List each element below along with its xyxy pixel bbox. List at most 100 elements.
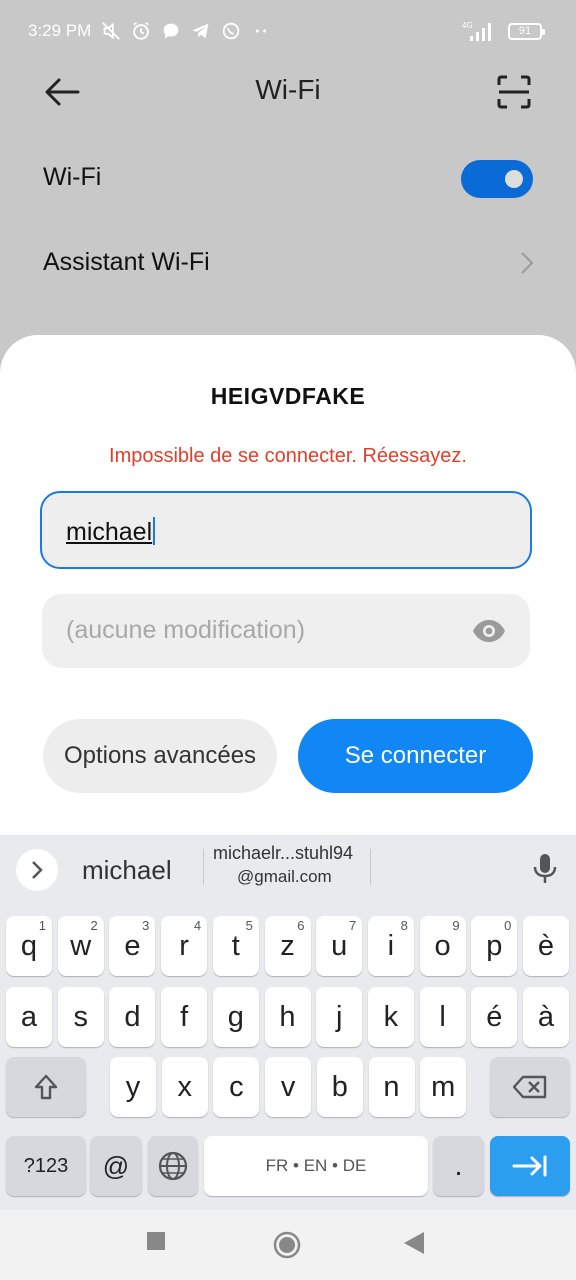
key-p[interactable]: p0 bbox=[471, 916, 518, 976]
app-bar: Wi-Fi bbox=[0, 64, 576, 120]
chevron-right-icon bbox=[32, 861, 43, 879]
page-title: Wi-Fi bbox=[255, 74, 321, 105]
home-icon[interactable] bbox=[273, 1231, 301, 1259]
key-c[interactable]: c bbox=[213, 1057, 260, 1117]
status-time: 3:29 PM bbox=[28, 21, 92, 40]
language-key[interactable] bbox=[148, 1136, 198, 1196]
scan-icon bbox=[497, 75, 531, 109]
key-q[interactable]: q1 bbox=[6, 916, 52, 976]
advanced-options-button[interactable]: Options avancées bbox=[43, 719, 277, 793]
key-u[interactable]: u7 bbox=[316, 916, 363, 976]
tab-arrow-icon bbox=[512, 1155, 547, 1177]
recents-icon[interactable] bbox=[147, 1232, 165, 1250]
key-hint: 5 bbox=[245, 918, 253, 933]
status-notification-icons bbox=[100, 20, 272, 42]
wifi-toggle-row[interactable]: Wi-Fi bbox=[0, 148, 576, 208]
next-key[interactable] bbox=[490, 1136, 570, 1196]
identity-value: michael bbox=[66, 517, 156, 547]
key-letter: u bbox=[331, 929, 348, 962]
key-x[interactable]: x bbox=[161, 1057, 208, 1117]
key-è[interactable]: è bbox=[523, 916, 569, 976]
backspace-key[interactable] bbox=[490, 1057, 570, 1117]
battery-icon: 91 bbox=[508, 22, 545, 40]
key-hint: 2 bbox=[90, 918, 98, 933]
error-message: Impossible de se connecter. Réessayez. bbox=[109, 445, 467, 467]
key-b[interactable]: b bbox=[316, 1057, 363, 1117]
mute-icon bbox=[102, 22, 120, 40]
key-hint: 3 bbox=[142, 918, 150, 933]
password-placeholder: (aucune modification) bbox=[66, 616, 306, 644]
suggestion-bar: michael michaelr...stuhl94 @gmail.com bbox=[0, 835, 576, 903]
assistant-wifi-label: Assistant Wi-Fi bbox=[43, 248, 210, 276]
navigation-bar bbox=[0, 1210, 576, 1280]
space-key[interactable]: FR • EN • DE bbox=[204, 1136, 428, 1196]
telegram-icon bbox=[192, 23, 209, 39]
key-v[interactable]: v bbox=[265, 1057, 312, 1117]
key-y[interactable]: y bbox=[110, 1057, 156, 1117]
key-o[interactable]: o9 bbox=[419, 916, 466, 976]
key-w[interactable]: w2 bbox=[57, 916, 104, 976]
microphone-icon[interactable] bbox=[532, 853, 558, 885]
key-hint: 8 bbox=[400, 918, 408, 933]
symbols-key[interactable]: ?123 bbox=[6, 1136, 86, 1196]
expand-toolbar-button[interactable] bbox=[16, 849, 58, 891]
key-f[interactable]: f bbox=[161, 987, 208, 1047]
key-letter: r bbox=[179, 929, 189, 962]
divider bbox=[370, 849, 371, 885]
alarm-icon bbox=[133, 21, 149, 40]
key-k[interactable]: k bbox=[367, 987, 414, 1047]
scan-qr-button[interactable] bbox=[496, 74, 532, 110]
chat-icon bbox=[163, 23, 179, 39]
key-letter: q bbox=[20, 929, 38, 962]
key-h[interactable]: h bbox=[264, 987, 311, 1047]
identity-input[interactable]: michael bbox=[40, 491, 532, 569]
whatsapp-icon bbox=[222, 22, 240, 40]
password-input[interactable]: (aucune modification) bbox=[42, 594, 530, 668]
more-notifications-icon bbox=[255, 29, 267, 33]
assistant-wifi-row[interactable]: Assistant Wi-Fi bbox=[0, 233, 576, 293]
connect-button[interactable]: Se connecter bbox=[298, 719, 533, 793]
text-cursor bbox=[153, 517, 156, 545]
key-letter: i bbox=[387, 929, 395, 962]
key-t[interactable]: t5 bbox=[212, 916, 259, 976]
back-nav-icon[interactable] bbox=[404, 1232, 424, 1254]
key-letter: o bbox=[434, 929, 451, 962]
key-s[interactable]: s bbox=[57, 987, 104, 1047]
key-hint: 6 bbox=[297, 918, 305, 933]
period-key[interactable]: . bbox=[433, 1136, 484, 1196]
suggestion-word[interactable]: michael bbox=[82, 855, 172, 886]
key-g[interactable]: g bbox=[212, 987, 259, 1047]
key-hint: 1 bbox=[38, 918, 46, 933]
key-m[interactable]: m bbox=[420, 1057, 467, 1117]
key-é[interactable]: é bbox=[471, 987, 518, 1047]
key-j[interactable]: j bbox=[316, 987, 363, 1047]
key-à[interactable]: à bbox=[523, 987, 569, 1047]
key-letter: e bbox=[124, 929, 141, 962]
shift-icon bbox=[34, 1074, 58, 1100]
globe-icon bbox=[158, 1151, 188, 1181]
key-l[interactable]: l bbox=[419, 987, 466, 1047]
key-e[interactable]: e3 bbox=[109, 916, 156, 976]
key-letter: è bbox=[537, 929, 555, 962]
network-name: HEIGVDFAKE bbox=[210, 383, 366, 409]
key-hint: 7 bbox=[348, 918, 357, 933]
key-hint: 0 bbox=[504, 918, 512, 933]
signal-icon: 4G bbox=[462, 21, 491, 41]
connect-dialog: HEIGVDFAKE Impossible de se connecter. R… bbox=[0, 335, 576, 835]
eye-icon[interactable] bbox=[472, 618, 506, 644]
key-n[interactable]: n bbox=[368, 1057, 415, 1117]
key-z[interactable]: z6 bbox=[264, 916, 311, 976]
suggestion-email-domain[interactable]: @gmail.com bbox=[237, 867, 332, 887]
suggestion-email-user[interactable]: michaelr...stuhl94 bbox=[213, 843, 353, 864]
at-key[interactable]: @ bbox=[90, 1136, 142, 1196]
key-letter: w bbox=[70, 929, 92, 962]
soft-keyboard: michael michaelr...stuhl94 @gmail.com q1… bbox=[0, 835, 576, 1210]
key-r[interactable]: r4 bbox=[161, 916, 208, 976]
chevron-right-icon bbox=[521, 252, 534, 274]
key-d[interactable]: d bbox=[109, 987, 156, 1047]
key-hint: 9 bbox=[452, 918, 460, 933]
wifi-toggle[interactable] bbox=[461, 160, 533, 198]
shift-key[interactable] bbox=[6, 1057, 86, 1117]
key-a[interactable]: a bbox=[6, 987, 52, 1047]
key-i[interactable]: i8 bbox=[367, 916, 414, 976]
